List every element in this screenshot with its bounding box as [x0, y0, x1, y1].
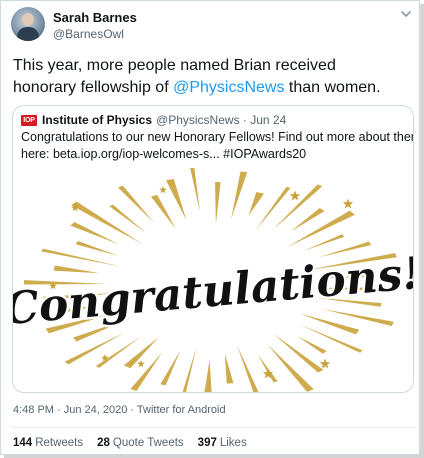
stat-retweets[interactable]: 144 Retweets — [13, 437, 83, 449]
tweet-text-prefix: honorary fellowship of — [13, 79, 174, 96]
stat-count: 144 — [13, 437, 33, 449]
burst-ray — [267, 344, 314, 392]
quoted-tweet-header: IOP Institute of Physics @PhysicsNews · … — [21, 112, 286, 128]
burst-ray — [166, 178, 187, 221]
burst-ray — [117, 185, 154, 223]
stat-label: Retweets — [35, 437, 84, 449]
chevron-down-icon[interactable] — [399, 7, 413, 21]
page-shadow-right — [420, 4, 424, 458]
burst-ray — [257, 354, 278, 383]
burst-ray — [273, 334, 324, 373]
mention-link[interactable]: @PhysicsNews — [173, 79, 284, 96]
quoted-author-meta: @PhysicsNews · Jun 24 — [156, 113, 287, 127]
burst-ray — [182, 347, 197, 392]
burst-ray — [287, 210, 355, 247]
burst-ray — [75, 241, 119, 256]
quoted-text-line2: here: beta.iop.org/iop-welcomes-s... #IO… — [21, 147, 307, 161]
burst-ray — [237, 345, 259, 392]
burst-ray — [231, 171, 248, 220]
stat-label: Likes — [219, 437, 247, 449]
star-icon — [319, 358, 331, 369]
burst-ray — [41, 248, 122, 267]
gold-burst-graphic: Congratulations! — [13, 164, 413, 392]
burst-ray — [204, 359, 212, 392]
burst-ray — [299, 313, 360, 335]
stat-quote-tweets[interactable]: 28 Quote Tweets — [97, 437, 184, 449]
burst-ray — [303, 234, 345, 251]
star-icon — [137, 360, 145, 368]
burst-ray — [71, 201, 143, 245]
iop-logo: IOP — [21, 114, 37, 126]
stat-label: Quote Tweets — [112, 437, 184, 449]
quoted-text-line1: Congratulations to our new Honorary Fell… — [21, 130, 414, 144]
tweet-timestamp[interactable]: 4:48 PM · Jun 24, 2020 · Twitter for And… — [13, 404, 226, 416]
avatar-head — [22, 13, 34, 26]
burst-ray — [150, 194, 176, 229]
tweet-text-line2: honorary fellowship of @PhysicsNews than… — [13, 77, 413, 99]
burst-ray — [215, 181, 221, 225]
burst-ray — [297, 336, 327, 354]
author-handle[interactable]: @BarnesOwl — [53, 27, 124, 41]
congratulations-lettering: Congratulations! — [13, 248, 413, 335]
author-name[interactable]: Sarah Barnes — [53, 10, 137, 25]
tweet-card: Sarah Barnes @BarnesOwl This year, more … — [0, 0, 420, 455]
stat-likes[interactable]: 397 Likes — [198, 437, 247, 449]
quoted-tweet[interactable]: IOP Institute of Physics @PhysicsNews · … — [12, 105, 414, 393]
quoted-tweet-text: Congratulations to our new Honorary Fell… — [21, 129, 414, 163]
stat-count: 28 — [97, 437, 110, 449]
divider — [11, 427, 415, 428]
tweet-header: Sarah Barnes @BarnesOwl — [11, 7, 415, 47]
burst-ray — [248, 192, 264, 216]
tweet-text: This year, more people named Brian recei… — [13, 55, 413, 99]
avatar[interactable] — [11, 7, 45, 41]
quoted-author-name: Institute of Physics — [42, 113, 153, 127]
tweet-text-suffix: than women. — [284, 79, 381, 96]
burst-ray — [290, 207, 325, 232]
stat-count: 397 — [197, 437, 217, 449]
burst-ray — [224, 353, 234, 384]
star-icon — [289, 190, 301, 201]
burst-ray — [189, 164, 201, 213]
burst-ray — [160, 350, 181, 386]
tweet-text-line1: This year, more people named Brian recei… — [13, 57, 336, 74]
congratulations-image[interactable]: Congratulations! — [13, 164, 413, 392]
star-icon — [159, 186, 167, 194]
avatar-body — [17, 27, 39, 41]
tweet-stats: 144 Retweets 28 Quote Tweets 397 Likes — [13, 437, 247, 449]
burst-ray — [53, 265, 101, 274]
star-icon — [342, 198, 354, 209]
burst-ray — [272, 184, 323, 230]
